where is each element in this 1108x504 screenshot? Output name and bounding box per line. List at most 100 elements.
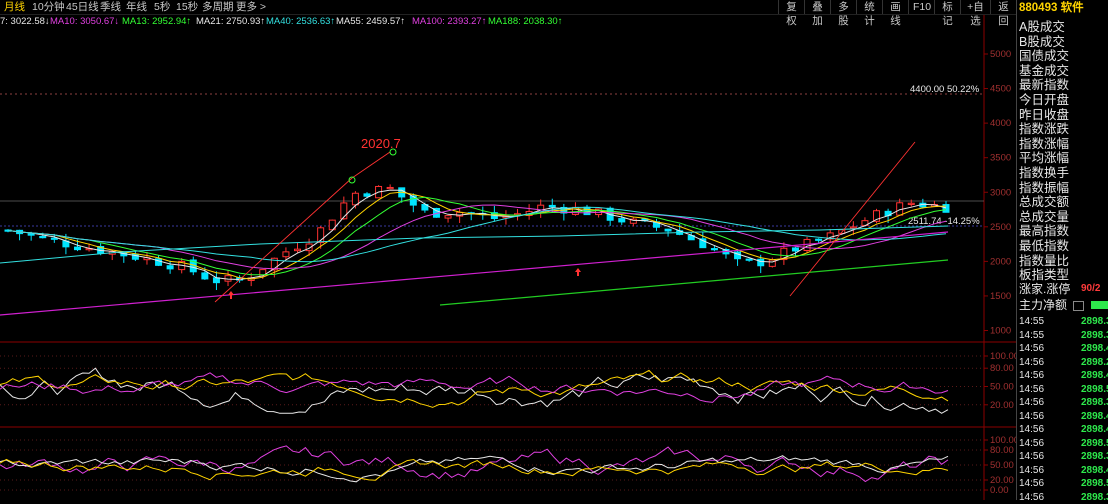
ma-legend-item-2: MA13: 2952.94↑ xyxy=(122,15,191,28)
panel-row-7[interactable]: 指数涨跌 xyxy=(1019,122,1069,136)
panel-row-13[interactable]: 总成交量 xyxy=(1019,210,1069,224)
candle-body xyxy=(850,227,856,228)
panel-row-17[interactable]: 板指类型 xyxy=(1019,268,1069,282)
ma-legend-item-0: 7: 3022.58↓ xyxy=(0,15,50,28)
panel-row-6[interactable]: 昨日收盘 xyxy=(1019,108,1069,122)
price-axis-label: 3500 xyxy=(990,153,1011,164)
tick-time: 14:55 xyxy=(1019,330,1044,341)
period-tab-1[interactable]: 10分钟 xyxy=(32,0,65,14)
toolbar-button-6[interactable]: 标记 xyxy=(934,0,960,14)
panel-row-3[interactable]: 基金成交 xyxy=(1019,64,1069,78)
period-tab-3[interactable]: 季线 xyxy=(100,0,121,14)
panel-row-12[interactable]: 总成交额 xyxy=(1019,195,1069,209)
advance-limitup-value: 90/2 xyxy=(1081,282,1100,296)
candle-body xyxy=(51,238,57,239)
panel-row-11[interactable]: 指数振幅 xyxy=(1019,181,1069,195)
tick-time: 14:56 xyxy=(1019,451,1044,462)
tick-row: 14:562898.4 xyxy=(1019,342,1044,356)
tick-row: 14:562898.2 xyxy=(1019,356,1044,370)
indicator1-axis-label: 50.00 xyxy=(990,382,1014,393)
candle-body xyxy=(352,193,358,205)
panel-row-1[interactable]: B股成交 xyxy=(1019,35,1065,49)
candle-body xyxy=(202,273,208,279)
tick-time: 14:56 xyxy=(1019,343,1044,354)
panel-row-5[interactable]: 今日开盘 xyxy=(1019,93,1069,107)
panel-row-14[interactable]: 最高指数 xyxy=(1019,224,1069,238)
tick-row: 14:562898.4 xyxy=(1019,423,1044,437)
tick-price: 2898.4 xyxy=(1081,410,1108,424)
tick-price: 2898.4 xyxy=(1081,423,1108,437)
ma-line-short xyxy=(8,190,946,279)
indicator2-line-0 xyxy=(0,446,948,482)
tick-row: 14:562898.5 xyxy=(1019,437,1044,451)
ma-legend-item-6: MA100: 2393.27↑ xyxy=(412,15,486,28)
candle-body xyxy=(283,252,289,257)
indicator1-axis-label: 80.00 xyxy=(990,363,1014,374)
indicator1-line-1 xyxy=(0,370,948,407)
tick-time: 14:56 xyxy=(1019,357,1044,368)
toolbar-button-1[interactable]: 叠加 xyxy=(804,0,830,14)
candle-body xyxy=(445,216,451,218)
tick-row: 14:562898.4 xyxy=(1019,369,1044,383)
tick-price: 2898.5 xyxy=(1081,383,1108,397)
candlestick-chart[interactable]: 5000450040003500300025002000150010004400… xyxy=(0,0,1016,500)
tick-price: 2898.2 xyxy=(1081,356,1108,370)
toolbar-button-5[interactable]: F10 xyxy=(908,0,934,14)
tick-price: 2898.4 xyxy=(1081,342,1108,356)
panel-row-10[interactable]: 指数换手 xyxy=(1019,166,1069,180)
tick-row: 14:562898.4 xyxy=(1019,464,1044,478)
period-tab-5[interactable]: 5秒 xyxy=(154,0,170,14)
buy-signal-arrow-icon xyxy=(228,291,234,299)
tick-price: 2898.3 xyxy=(1081,329,1108,343)
tick-price: 2898.3 xyxy=(1081,396,1108,410)
tick-time: 14:56 xyxy=(1019,492,1044,503)
toolbar-button-7[interactable]: +自选 xyxy=(960,0,990,14)
tick-row: 14:562898.4 xyxy=(1019,410,1044,424)
period-tab-4[interactable]: 年线 xyxy=(126,0,147,14)
ma-line-188 xyxy=(440,260,948,305)
period-tab-2[interactable]: 45日线 xyxy=(66,0,99,14)
panel-row-9[interactable]: 平均涨幅 xyxy=(1019,151,1069,165)
panel-row-8[interactable]: 指数涨幅 xyxy=(1019,137,1069,151)
candle-body xyxy=(665,229,671,231)
quote-panel: 880493 软件 A股成交B股成交国债成交基金成交最新指数今日开盘昨日收盘指数… xyxy=(1016,0,1108,500)
panel-row-16[interactable]: 指数量比 xyxy=(1019,254,1069,268)
price-axis-label: 4000 xyxy=(990,118,1011,129)
period-tab-8[interactable]: 更多 > xyxy=(236,0,266,14)
toolbar-button-8[interactable]: 返回 xyxy=(990,0,1016,14)
period-tab-0[interactable]: 月线 xyxy=(4,0,25,14)
trend-line xyxy=(215,178,352,302)
panel-row-4[interactable]: 最新指数 xyxy=(1019,78,1069,92)
toolbar-button-0[interactable]: 复权 xyxy=(778,0,804,14)
panel-row-2[interactable]: 国债成交 xyxy=(1019,49,1069,63)
list-icon[interactable] xyxy=(1073,301,1084,311)
panel-row-15[interactable]: 最低指数 xyxy=(1019,239,1069,253)
tick-time: 14:55 xyxy=(1019,316,1044,327)
tick-price: 2898.5 xyxy=(1081,477,1108,491)
tick-price: 2898.4 xyxy=(1081,369,1108,383)
candle-body xyxy=(28,234,34,235)
toolbar-button-3[interactable]: 统计 xyxy=(856,0,882,14)
candle-body xyxy=(364,194,370,196)
candle-body xyxy=(711,249,717,250)
candle-body xyxy=(908,203,914,204)
indicator1-axis-label: 100.00 xyxy=(990,351,1016,362)
toolbar-button-2[interactable]: 多股 xyxy=(830,0,856,14)
tick-time: 14:56 xyxy=(1019,370,1044,381)
ma-legend-item-7: MA188: 2038.30↑ xyxy=(488,15,562,28)
main-net-amount-stat: 主力净额 xyxy=(1019,298,1084,312)
indicator2-axis-label: 50.00 xyxy=(990,460,1014,471)
period-tab-6[interactable]: 15秒 xyxy=(176,0,198,14)
trend-line xyxy=(790,142,915,296)
candle-body xyxy=(167,266,173,269)
period-tab-7[interactable]: 多周期 xyxy=(202,0,234,14)
security-code: 880493 xyxy=(1019,2,1057,14)
indicator2-axis-label: 80.00 xyxy=(990,445,1014,456)
candle-body xyxy=(746,259,752,260)
advance-limitup-stat: 涨家.涨停 90/2 xyxy=(1019,282,1070,296)
toolbar-button-4[interactable]: 画线 xyxy=(882,0,908,14)
price-axis-label: 2500 xyxy=(990,222,1011,233)
candle-body xyxy=(816,239,822,240)
panel-row-0[interactable]: A股成交 xyxy=(1019,20,1065,34)
reference-line-label: 4400.00 50.22% xyxy=(910,84,980,95)
